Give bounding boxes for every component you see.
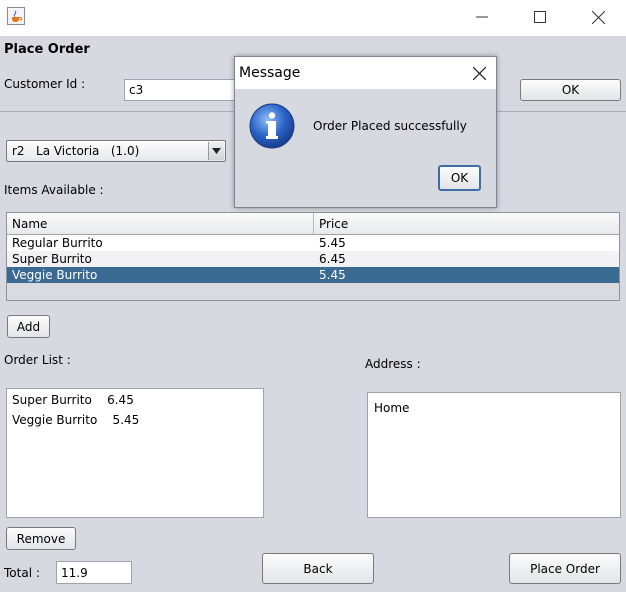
total-field[interactable]: 11.9 — [56, 561, 132, 584]
address-textarea[interactable]: Home — [367, 392, 621, 518]
customer-id-input[interactable]: c3 — [124, 79, 236, 101]
minimize-icon — [476, 16, 488, 18]
close-icon — [591, 10, 605, 24]
customer-ok-button[interactable]: OK — [520, 79, 621, 101]
table-header: Name Price — [7, 213, 619, 235]
item-price: 5.45 — [319, 268, 346, 282]
items-table[interactable]: Name Price Regular Burrito 5.45 Super Bu… — [6, 212, 620, 301]
list-item[interactable]: Veggie Burrito 5.45 — [12, 413, 139, 427]
item-price: 6.45 — [319, 252, 346, 266]
page-title: Place Order — [4, 42, 90, 57]
items-available-label: Items Available : — [4, 183, 104, 197]
back-button[interactable]: Back — [262, 553, 374, 584]
table-row[interactable]: Super Burrito 6.45 — [7, 251, 619, 267]
dialog-message: Order Placed successfully — [313, 119, 467, 133]
item-price: 5.45 — [319, 236, 346, 250]
title-bar — [0, 0, 626, 36]
restaurant-select[interactable]: r2 La Victoria (1.0) — [6, 140, 226, 162]
table-row[interactable]: Regular Burrito 5.45 — [7, 235, 619, 251]
minimize-button[interactable] — [453, 0, 511, 34]
dialog-close-button[interactable] — [463, 57, 495, 89]
list-item[interactable]: Super Burrito 6.45 — [12, 393, 134, 407]
address-label: Address : — [365, 357, 421, 371]
restaurant-select-value: r2 La Victoria (1.0) — [12, 144, 140, 158]
close-icon — [472, 66, 486, 80]
maximize-button[interactable] — [511, 0, 569, 34]
dialog-title-bar: Message — [235, 57, 496, 89]
dropdown-arrow[interactable] — [208, 142, 224, 160]
dialog-ok-button[interactable]: OK — [438, 165, 481, 191]
remove-button[interactable]: Remove — [6, 527, 76, 550]
column-header-name[interactable]: Name — [7, 213, 314, 234]
item-name: Super Burrito — [12, 252, 92, 266]
chevron-down-icon — [212, 148, 221, 154]
message-dialog: Message Order Placed successfully OK — [234, 56, 497, 208]
order-list[interactable]: Super Burrito 6.45 Veggie Burrito 5.45 — [6, 388, 264, 518]
item-name: Veggie Burrito — [12, 268, 98, 282]
table-row-selected[interactable]: Veggie Burrito 5.45 — [7, 267, 619, 283]
java-app-icon — [7, 7, 25, 25]
information-icon — [249, 103, 295, 152]
customer-id-label: Customer Id : — [4, 77, 86, 91]
item-name: Regular Burrito — [12, 236, 103, 250]
maximize-icon — [534, 11, 546, 23]
dialog-title: Message — [239, 65, 301, 81]
place-order-window: Place Order Customer Id : c3 OK r2 La Vi… — [0, 0, 626, 592]
address-text: Home — [374, 401, 410, 415]
close-button[interactable] — [569, 0, 626, 34]
total-label: Total : — [4, 566, 40, 580]
column-header-price[interactable]: Price — [314, 213, 619, 234]
order-list-label: Order List : — [4, 353, 71, 367]
place-order-button[interactable]: Place Order — [509, 553, 621, 584]
add-button[interactable]: Add — [7, 315, 50, 338]
